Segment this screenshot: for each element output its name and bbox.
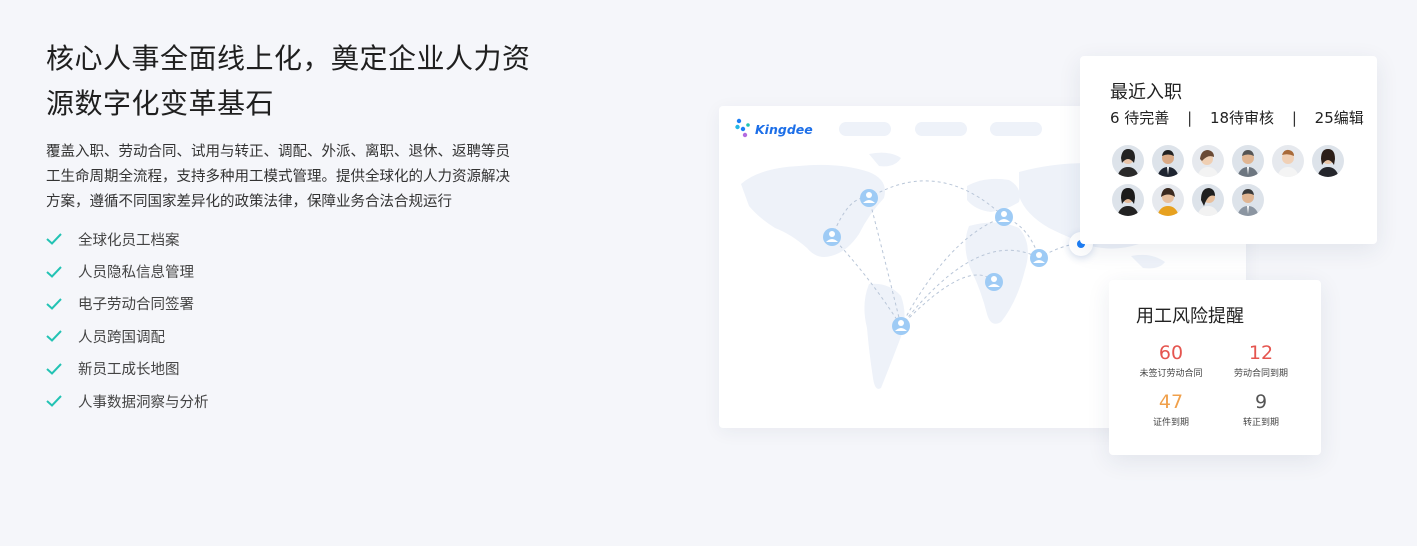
title-line-1: 核心人事全面线上化，奠定企业人力资 bbox=[46, 42, 531, 75]
user-pin-icon bbox=[860, 189, 878, 207]
kingdee-logo-text: Kingdee bbox=[755, 121, 813, 137]
recent-onboarding-title: 最近入职 bbox=[1110, 82, 1182, 103]
feature-label: 电子劳动合同签署 bbox=[78, 297, 194, 314]
stat-separator: | bbox=[1291, 109, 1297, 127]
avatar[interactable] bbox=[1232, 184, 1264, 216]
check-icon bbox=[46, 265, 64, 279]
risk-value: 60 bbox=[1158, 342, 1184, 364]
avatar[interactable] bbox=[1272, 145, 1304, 177]
risk-item-certificate-expiring[interactable]: 47 证件到期 bbox=[1126, 391, 1216, 428]
feature-item: 全球化员工档案 bbox=[46, 223, 546, 255]
avatar[interactable] bbox=[1112, 145, 1144, 177]
nav-placeholder bbox=[990, 122, 1042, 136]
nav-placeholder bbox=[915, 122, 967, 136]
title-line-2: 源数字化变革基石 bbox=[46, 87, 275, 120]
avatar[interactable] bbox=[1192, 145, 1224, 177]
feature-item: 新员工成长地图 bbox=[46, 353, 546, 385]
avatar[interactable] bbox=[1112, 184, 1144, 216]
user-pin-icon bbox=[823, 228, 841, 246]
feature-item: 人事数据洞察与分析 bbox=[46, 385, 546, 417]
avatar[interactable] bbox=[1232, 145, 1264, 177]
avatar[interactable] bbox=[1152, 145, 1184, 177]
feature-label: 全球化员工档案 bbox=[78, 232, 180, 249]
feature-label: 人员跨国调配 bbox=[78, 329, 165, 346]
user-pin-icon bbox=[985, 273, 1003, 291]
description: 覆盖入职、劳动合同、试用与转正、调配、外派、离职、退休、返聘等员 工生命周期全流… bbox=[46, 140, 546, 215]
risk-label: 转正到期 bbox=[1242, 418, 1279, 428]
recent-onboarding-card: 最近入职 6 待完善 | 18待审核 | 25编辑 bbox=[1080, 56, 1377, 244]
risk-item-unsigned-contract[interactable]: 60 未签订劳动合同 bbox=[1126, 342, 1216, 379]
feature-item: 电子劳动合同签署 bbox=[46, 288, 546, 320]
nav-placeholder bbox=[839, 122, 891, 136]
risk-item-probation-expiring[interactable]: 9 转正到期 bbox=[1216, 391, 1306, 428]
risk-label: 证件到期 bbox=[1152, 418, 1189, 428]
feature-list: 全球化员工档案 人员隐私信息管理 电子劳动合同签署 人员跨国调配 新员工成长地图… bbox=[46, 223, 546, 417]
description-line-1: 覆盖入职、劳动合同、试用与转正、调配、外派、离职、退休、返聘等员 bbox=[46, 144, 510, 160]
risk-value: 12 bbox=[1248, 342, 1274, 364]
avatar-list bbox=[1112, 145, 1362, 223]
check-icon bbox=[46, 394, 64, 408]
avatar[interactable] bbox=[1152, 184, 1184, 216]
risk-value: 9 bbox=[1254, 391, 1268, 413]
check-icon bbox=[46, 362, 64, 376]
feature-item: 人员跨国调配 bbox=[46, 320, 546, 352]
check-icon bbox=[46, 232, 64, 246]
description-line-3: 方案，遵循不同国家差异化的政策法律，保障业务合法合规运行 bbox=[46, 194, 452, 210]
risk-card-title: 用工风险提醒 bbox=[1136, 306, 1244, 327]
avatar[interactable] bbox=[1312, 145, 1344, 177]
avatar[interactable] bbox=[1192, 184, 1224, 216]
stat-to-review: 18待审核 bbox=[1209, 109, 1275, 127]
kingdee-logo: Kingdee bbox=[735, 118, 813, 140]
feature-label: 人员隐私信息管理 bbox=[78, 265, 194, 282]
feature-item: 人员隐私信息管理 bbox=[46, 255, 546, 287]
stat-to-edit: 25编辑 bbox=[1314, 109, 1364, 127]
check-icon bbox=[46, 329, 64, 343]
hr-intro: 核心人事全面线上化，奠定企业人力资 源数字化变革基石 覆盖入职、劳动合同、试用与… bbox=[46, 36, 546, 417]
risk-item-contract-expiring[interactable]: 12 劳动合同到期 bbox=[1216, 342, 1306, 379]
page-title: 核心人事全面线上化，奠定企业人力资 源数字化变革基石 bbox=[46, 36, 546, 126]
user-pin-icon bbox=[892, 317, 910, 335]
kingdee-logo-icon bbox=[735, 118, 750, 138]
stat-separator: | bbox=[1187, 109, 1193, 127]
user-pin-icon bbox=[1030, 249, 1048, 267]
risk-label: 未签订劳动合同 bbox=[1139, 369, 1203, 379]
description-line-2: 工生命周期全流程，支持多种用工模式管理。提供全球化的人力资源解决 bbox=[46, 169, 510, 185]
feature-label: 人事数据洞察与分析 bbox=[78, 394, 209, 411]
feature-label: 新员工成长地图 bbox=[78, 362, 180, 379]
stat-to-complete: 6 待完善 bbox=[1110, 109, 1170, 127]
check-icon bbox=[46, 297, 64, 311]
employment-risk-card: 用工风险提醒 60 未签订劳动合同 12 劳动合同到期 47 证件到期 9 转正… bbox=[1109, 280, 1321, 455]
risk-value: 47 bbox=[1158, 391, 1184, 413]
onboarding-stats: 6 待完善 | 18待审核 | 25编辑 bbox=[1110, 107, 1364, 128]
risk-label: 劳动合同到期 bbox=[1233, 369, 1288, 379]
user-pin-icon bbox=[995, 208, 1013, 226]
